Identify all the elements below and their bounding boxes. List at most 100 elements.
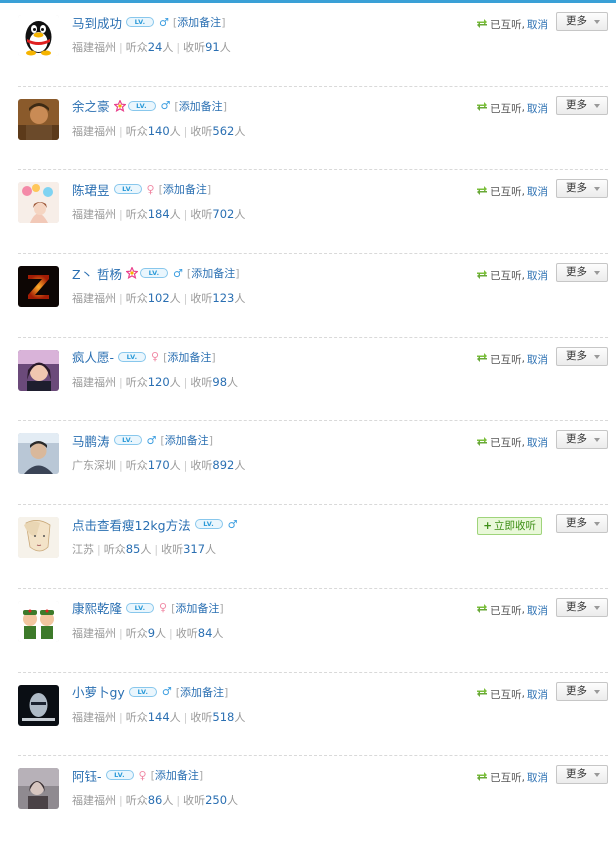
list-item: 马到成功 LV. ♂ [添加备注] 福建福州 | 听众24人 | 收听91人 已互听, 取消 更多 [0,3,616,87]
user-name-link[interactable]: 陈珺昱 [72,180,110,199]
user-name-link[interactable]: 康熙乾隆 [72,598,122,617]
more-button[interactable]: 更多 [556,514,608,534]
listeners-count[interactable]: 85 [126,542,141,556]
listeners-label: 听众 [125,124,148,138]
level-badge-icon[interactable]: LV. [105,770,134,781]
level-badge-icon[interactable]: LV. [140,268,169,279]
listeners-unit: 人 [169,710,181,724]
user-name-link[interactable]: 阿钰- [72,766,102,785]
divider: | [183,208,188,222]
girl-photo-avatar[interactable] [18,349,59,391]
listeners-count[interactable]: 86 [148,793,163,807]
follow-now-button[interactable]: + 立即收听 [477,517,542,536]
star-icon [126,267,139,280]
following-count[interactable]: 84 [198,626,213,640]
level-badge-icon[interactable]: LV. [118,351,147,362]
listeners-unit: 人 [169,124,181,138]
more-button[interactable]: 更多 [556,12,608,31]
sketch-avatar[interactable] [18,517,59,559]
add-remark-link[interactable]: [添加备注] [176,684,229,700]
more-button[interactable]: 更多 [556,430,608,450]
balloon-girl-avatar[interactable] [18,182,59,224]
level-badge-icon[interactable]: LV. [126,602,155,613]
cancel-follow-link[interactable]: 取消 [527,603,548,618]
grey-photo-avatar[interactable] [18,768,59,810]
user-name-link[interactable]: Z丶 哲杨 [72,264,122,283]
level-badge-icon[interactable]: LV. [128,686,157,697]
fire-z-avatar[interactable] [18,266,59,308]
cancel-follow-link[interactable]: 取消 [527,352,548,367]
dark-portrait-avatar[interactable] [18,684,59,726]
level-badge-icon[interactable]: LV. [127,100,156,111]
cancel-follow-link[interactable]: 取消 [527,687,548,702]
add-remark-link[interactable]: [添加备注] [160,432,213,448]
man-photo-avatar[interactable] [18,433,59,475]
more-button[interactable]: 更多 [556,681,608,701]
level-badge-icon[interactable]: LV. [113,435,142,446]
cancel-follow-link[interactable]: 取消 [527,101,548,116]
cartoon-soldiers-avatar[interactable] [18,600,59,642]
add-remark-link[interactable]: [添加备注] [174,98,227,114]
list-item: 阿钰- LV. ♀ [添加备注] 福建福州 | 听众86人 | 收听250人 已互听, 取消 更多 [0,756,616,846]
more-button[interactable]: 更多 [556,263,608,283]
listeners-unit: 人 [169,208,181,222]
cancel-follow-link[interactable]: 取消 [527,184,548,199]
following-count[interactable]: 123 [212,291,234,305]
following-count[interactable]: 702 [212,207,234,221]
mutual-arrows-icon [476,352,488,366]
user-name-link[interactable]: 小萝卜gy [72,682,125,701]
add-remark-link[interactable]: [添加备注] [163,349,216,365]
penguin-avatar[interactable] [18,15,59,56]
listeners-count[interactable]: 9 [148,626,155,640]
following-count[interactable]: 250 [205,793,227,807]
divider: | [183,124,188,138]
more-button[interactable]: 更多 [556,346,608,366]
following-count[interactable]: 562 [212,124,234,138]
divider: | [176,41,181,54]
following-count[interactable]: 317 [183,542,205,556]
add-remark-link[interactable]: [添加备注] [173,14,226,30]
cancel-follow-link[interactable]: 取消 [527,268,548,283]
listeners-count[interactable]: 184 [148,207,170,221]
listeners-count[interactable]: 140 [148,124,170,138]
mutual-arrows-icon [476,185,488,199]
add-remark-link[interactable]: [添加备注] [151,767,204,783]
chevron-down-icon [594,271,600,276]
name-line: 阿钰- LV. ♀ [添加备注] [72,766,204,785]
following-count[interactable]: 91 [205,40,220,54]
user-name-link[interactable]: 马鹏涛 [72,431,110,450]
divider: | [119,710,123,724]
listeners-count[interactable]: 102 [148,291,170,305]
listeners-count[interactable]: 170 [148,458,170,472]
user-stats: 福建福州 | 听众102人 | 收听123人 [72,290,245,306]
following-count[interactable]: 892 [212,458,234,472]
add-remark-link[interactable]: [添加备注] [171,600,224,616]
cancel-follow-link[interactable]: 取消 [527,17,548,32]
more-button[interactable]: 更多 [556,765,608,785]
more-button[interactable]: 更多 [556,95,608,115]
soldier-avatar[interactable] [18,98,59,140]
user-name-link[interactable]: 余之豪 [72,96,110,115]
following-count[interactable]: 98 [212,375,227,389]
level-badge-icon[interactable]: LV. [126,17,155,27]
cancel-follow-link[interactable]: 取消 [527,770,548,785]
listeners-count[interactable]: 120 [148,375,170,389]
user-name-link[interactable]: 点击查看瘦12kg方法 [72,515,191,534]
listeners-count[interactable]: 24 [148,40,163,54]
cancel-follow-link[interactable]: 取消 [527,435,548,450]
add-remark-link[interactable]: [添加备注] [187,265,240,281]
user-name-link[interactable]: 马到成功 [72,13,122,32]
location: 福建福州 [72,208,116,222]
divider: | [119,794,123,808]
add-remark-link[interactable]: [添加备注] [159,181,212,197]
following-label: 收听 [190,124,213,138]
listeners-count[interactable]: 144 [148,710,170,724]
level-badge-icon[interactable]: LV. [113,184,142,195]
more-button[interactable]: 更多 [556,179,608,199]
user-name-link[interactable]: 疯人愿- [72,347,114,366]
listeners-label: 听众 [125,41,148,54]
location: 福建福州 [72,375,116,389]
following-count[interactable]: 518 [212,710,234,724]
more-button[interactable]: 更多 [556,597,608,617]
level-badge-icon[interactable]: LV. [194,519,223,530]
